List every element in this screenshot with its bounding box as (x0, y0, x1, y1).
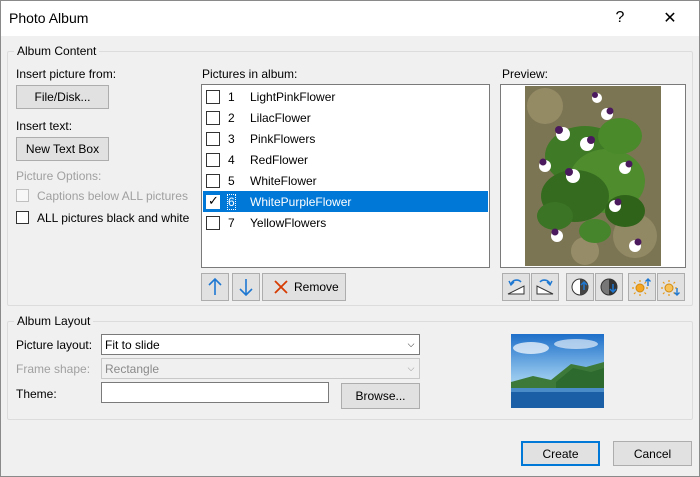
create-label: Create (542, 446, 579, 461)
picture-options-label: Picture Options: (16, 169, 102, 183)
close-icon: ✕ (663, 10, 677, 27)
preview-label: Preview: (502, 67, 549, 81)
move-up-button[interactable] (201, 273, 229, 301)
list-item[interactable]: 3 PinkFlowers (203, 128, 488, 149)
rotate-right-button[interactable] (531, 273, 559, 301)
picture-number: 6 (227, 194, 236, 210)
album-content-legend: Album Content (17, 44, 97, 58)
captions-label: Captions below ALL pictures (37, 189, 188, 203)
chevron-down-icon: ⌵ (407, 363, 415, 373)
brightness-up-icon (632, 278, 651, 296)
list-item[interactable]: 1 LightPinkFlower (203, 86, 488, 107)
remove-button[interactable]: Remove (262, 273, 346, 301)
black-white-label: ALL pictures black and white (37, 211, 190, 225)
picture-name: LilacFlower (250, 111, 311, 125)
picture-name: LightPinkFlower (250, 90, 336, 104)
picture-number: 7 (228, 216, 235, 230)
captions-checkbox[interactable] (16, 189, 29, 202)
list-item[interactable]: 7 YellowFlowers (203, 212, 488, 233)
contrast-down-icon (600, 278, 618, 296)
list-item[interactable]: ✓ 6 WhitePurpleFlower (203, 191, 488, 212)
window-title: Photo Album (9, 10, 89, 26)
arrow-up-icon (208, 277, 222, 295)
brightness-down-button[interactable] (657, 273, 685, 301)
contrast-down-button[interactable] (595, 273, 623, 301)
cancel-button[interactable]: Cancel (613, 441, 692, 466)
picture-number: 3 (228, 132, 235, 146)
brightness-up-button[interactable] (628, 273, 656, 301)
preview-box (500, 84, 686, 268)
rotate-left-icon (507, 279, 525, 295)
list-item[interactable]: 4 RedFlower (203, 149, 488, 170)
layout-preview-image (511, 334, 604, 408)
picture-number: 1 (228, 90, 235, 104)
picture-name: PinkFlowers (250, 132, 316, 146)
contrast-up-icon (571, 278, 589, 296)
picture-name: WhitePurpleFlower (250, 195, 352, 209)
help-button[interactable]: ? (600, 4, 640, 32)
theme-input[interactable] (101, 382, 329, 403)
picture-checkbox[interactable] (206, 90, 220, 104)
list-item[interactable]: 5 WhiteFlower (203, 170, 488, 191)
new-text-box-button[interactable]: New Text Box (16, 137, 109, 161)
picture-name: YellowFlowers (250, 216, 327, 230)
close-button[interactable]: ✕ (650, 4, 690, 32)
picture-name: RedFlower (250, 153, 309, 167)
picture-checkbox[interactable]: ✓ (206, 193, 220, 209)
black-white-checkbox[interactable] (16, 211, 29, 224)
insert-picture-label: Insert picture from: (16, 67, 117, 81)
picture-layout-dropdown[interactable]: Fit to slide ⌵ (101, 334, 420, 355)
insert-text-label: Insert text: (16, 119, 73, 133)
picture-layout-label: Picture layout: (16, 338, 93, 352)
picture-checkbox[interactable] (206, 174, 220, 188)
pictures-listbox[interactable]: 1 LightPinkFlower 2 LilacFlower 3 PinkFlowers… (201, 84, 490, 268)
file-disk-button[interactable]: File/Disk... (16, 85, 109, 109)
move-down-button[interactable] (232, 273, 260, 301)
remove-label: Remove (294, 280, 339, 294)
pictures-in-album-label: Pictures in album: (202, 67, 298, 81)
list-item[interactable]: 2 LilacFlower (203, 107, 488, 128)
theme-label: Theme: (16, 387, 57, 401)
picture-checkbox[interactable] (206, 111, 220, 125)
rotate-right-icon (536, 279, 554, 295)
picture-number: 5 (228, 174, 235, 188)
remove-x-icon (274, 280, 288, 294)
help-icon: ? (615, 9, 625, 26)
frame-shape-label: Frame shape: (16, 362, 91, 376)
arrow-down-icon (239, 279, 253, 297)
album-layout-legend: Album Layout (17, 314, 91, 328)
picture-checkbox[interactable] (206, 153, 220, 167)
rotate-left-button[interactable] (502, 273, 530, 301)
picture-number: 4 (228, 153, 235, 167)
contrast-up-button[interactable] (566, 273, 594, 301)
chevron-down-icon: ⌵ (407, 339, 415, 349)
picture-number: 2 (228, 111, 235, 125)
brightness-down-icon (661, 280, 680, 296)
picture-name: WhiteFlower (250, 174, 317, 188)
picture-checkbox[interactable] (206, 216, 220, 230)
preview-flower-image (525, 86, 661, 266)
browse-button[interactable]: Browse... (341, 383, 420, 409)
checkmark-icon: ✓ (208, 193, 219, 208)
create-button[interactable]: Create (521, 441, 600, 466)
picture-checkbox[interactable] (206, 132, 220, 146)
title-bar: Photo Album ? ✕ (0, 0, 700, 36)
frame-shape-value: Rectangle (105, 362, 160, 376)
frame-shape-dropdown[interactable]: Rectangle ⌵ (101, 358, 420, 379)
picture-layout-value: Fit to slide (105, 338, 160, 352)
